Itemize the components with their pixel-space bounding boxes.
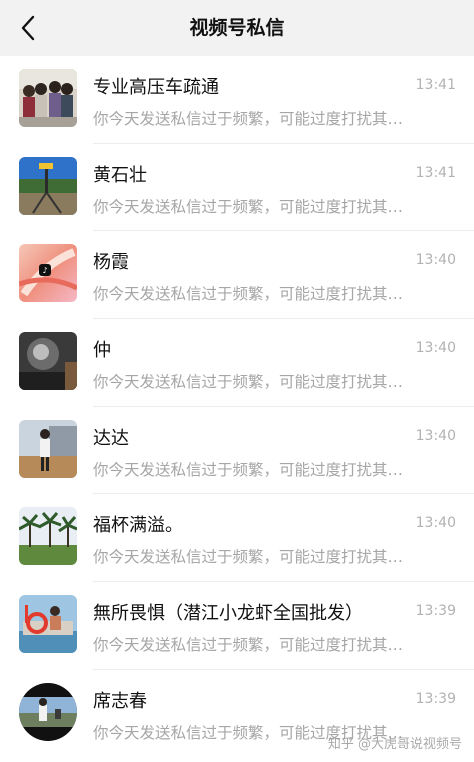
avatar: ♪: [19, 244, 77, 303]
message-row[interactable]: 黄石壮 13:41 你今天发送私信过于频繁，可能过度打扰其…: [0, 144, 474, 232]
contact-name: 专业高压车疏通: [93, 77, 219, 98]
message-preview: 你今天发送私信过于频繁，可能过度打扰其…: [93, 373, 404, 392]
avatar: [19, 332, 77, 391]
message-row[interactable]: 無所畏惧（潜江小龙虾全国批发） 13:39 你今天发送私信过于频繁，可能过度打扰…: [0, 582, 474, 670]
message-preview: 你今天发送私信过于频繁，可能过度打扰其…: [93, 110, 404, 128]
message-row[interactable]: 仲 13:40 你今天发送私信过于频繁，可能过度打扰其…: [0, 319, 474, 407]
contact-name: 仲: [93, 340, 111, 362]
message-row[interactable]: 达达 13:40 你今天发送私信过于频繁，可能过度打扰其…: [0, 407, 474, 495]
message-preview: 你今天发送私信过于频繁，可能过度打扰其…: [93, 548, 404, 567]
avatar: [19, 507, 77, 566]
message-preview: 你今天发送私信过于频繁，可能过度打扰其…: [93, 460, 404, 479]
message-time: 13:40: [415, 252, 456, 269]
message-time: 13:39: [415, 690, 456, 707]
avatar: [19, 419, 77, 478]
message-time: 13:40: [415, 340, 456, 357]
contact-name: 达达: [93, 427, 129, 449]
avatar: [19, 595, 77, 654]
message-row[interactable]: ♪ 杨霞 13:40 你今天发送私信过于频繁，可能过度打扰其…: [0, 231, 474, 320]
message-time: 13:40: [415, 427, 456, 444]
svg-text:♪: ♪: [42, 266, 47, 275]
avatar: [19, 156, 77, 215]
contact-name: 杨霞: [93, 252, 129, 274]
message-time: 13:39: [415, 603, 456, 620]
message-row[interactable]: 专业高压车疏通 13:41 你今天发送私信过于频繁，可能过度打扰其…: [0, 56, 474, 144]
nav-bar: 视频号私信: [0, 0, 474, 56]
avatar: [19, 69, 77, 127]
message-preview: 你今天发送私信过于频繁，可能过度打扰其…: [93, 197, 404, 216]
contact-name: 席志春: [93, 690, 147, 712]
message-preview: 你今天发送私信过于频繁，可能过度打扰其…: [93, 285, 404, 304]
message-time: 13:40: [415, 515, 456, 532]
message-time: 13:41: [415, 164, 456, 181]
message-time: 13:41: [415, 77, 456, 93]
message-preview: 你今天发送私信过于频繁，可能过度打扰其…: [93, 636, 404, 655]
contact-name: 黄石壮: [93, 164, 147, 186]
page-title: 视频号私信: [189, 17, 285, 39]
avatar: [19, 682, 77, 741]
message-list: 专业高压车疏通 13:41 你今天发送私信过于频繁，可能过度打扰其… 黄石壮 1…: [0, 56, 474, 758]
contact-name: 福杯满溢。: [93, 515, 183, 537]
message-row[interactable]: 福杯满溢。 13:40 你今天发送私信过于频繁，可能过度打扰其…: [0, 494, 474, 583]
watermark: 知乎 @大虎哥说视频号: [327, 737, 462, 752]
contact-name: 無所畏惧（潜江小龙虾全国批发）: [93, 603, 363, 625]
